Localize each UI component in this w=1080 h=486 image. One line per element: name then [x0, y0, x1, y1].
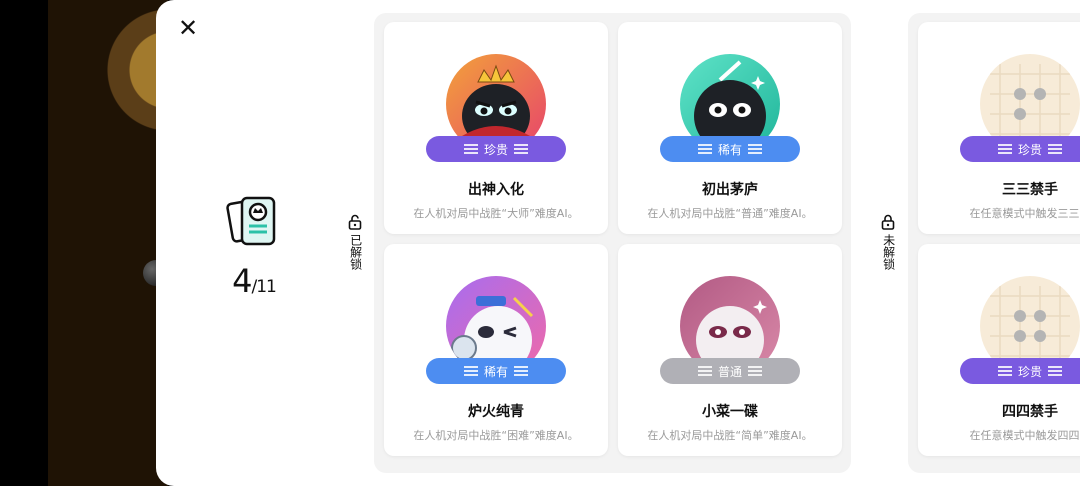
rarity-badge: 珍贵: [426, 136, 566, 162]
unlock-icon: [348, 214, 362, 230]
badge-bars-icon: [1048, 143, 1062, 155]
badge-bars-icon: [697, 143, 712, 155]
unlocked-count: 4: [232, 262, 252, 300]
rarity-badge: 珍贵: [960, 358, 1080, 384]
locked-group-label: 未解锁: [879, 214, 897, 270]
achievement-title: 小菜一碟: [702, 404, 758, 420]
achievement-card[interactable]: 珍贵 四四禁手 在任意模式中触发四四禁: [918, 244, 1080, 456]
badge-bars-icon: [514, 143, 528, 155]
badge-label: 珍贵: [1017, 142, 1042, 157]
badge-bars-icon: [997, 143, 1012, 155]
achievement-card[interactable]: 稀有 初出茅庐 在人机对局中战胜“普通”难度AI。: [618, 22, 842, 234]
achievement-title: 三三禁手: [1002, 182, 1058, 198]
unlocked-achievements-group: 珍贵 出神入化 在人机对局中战胜“大师”难度AI。 稀有 初出茅庐 在人机对局中…: [374, 13, 851, 473]
lock-icon: [881, 214, 895, 230]
achievement-description: 在人机对局中战胜“大师”难度AI。: [413, 207, 579, 220]
achievement-description: 在人机对局中战胜“困难”难度AI。: [413, 429, 579, 442]
achievement-description: 在任意模式中触发三三禁: [969, 207, 1080, 220]
achievement-title: 出神入化: [468, 182, 524, 198]
achievement-card[interactable]: 普通 小菜一碟 在人机对局中战胜“简单”难度AI。: [618, 244, 842, 456]
achievement-count: 4/11: [214, 262, 294, 300]
badge-bars-icon: [697, 365, 712, 377]
badge-label: 稀有: [483, 364, 508, 379]
achievement-description: 在人机对局中战胜“简单”难度AI。: [647, 429, 813, 442]
achievement-card[interactable]: 稀有 炉火纯青 在人机对局中战胜“困难”难度AI。: [384, 244, 608, 456]
badge-bars-icon: [463, 365, 478, 377]
unlocked-group-text: 已解锁: [348, 234, 363, 270]
badge-bars-icon: [463, 143, 478, 155]
badge-bars-icon: [514, 365, 528, 377]
rarity-badge: 稀有: [660, 136, 800, 162]
badge-bars-icon: [997, 365, 1012, 377]
close-button[interactable]: ✕: [174, 14, 202, 42]
badge-bars-icon: [748, 143, 762, 155]
achievement-card[interactable]: 珍贵 三三禁手 在任意模式中触发三三禁: [918, 22, 1080, 234]
total-count: /11: [251, 277, 277, 297]
achievement-description: 在任意模式中触发四四禁: [969, 429, 1080, 442]
locked-achievements-group: 珍贵 三三禁手 在任意模式中触发三三禁 珍贵 四四禁手 在任意模式中触发四四禁: [908, 13, 1080, 473]
rarity-badge: 稀有: [426, 358, 566, 384]
close-icon[interactable]: ✕: [178, 16, 198, 40]
achievement-description: 在人机对局中战胜“普通”难度AI。: [647, 207, 813, 220]
badge-label: 稀有: [717, 142, 742, 157]
achievements-panel: ✕ 4/11 已解锁 珍贵 出神入化 在人机对局中战胜“大师”难度AI。 稀有 …: [156, 0, 1080, 486]
achievement-summary: 4/11: [214, 192, 294, 300]
achievement-title: 初出茅庐: [702, 182, 758, 198]
locked-group-text: 未解锁: [881, 234, 896, 270]
badge-bars-icon: [1048, 365, 1062, 377]
rarity-badge: 普通: [660, 358, 800, 384]
badge-label: 珍贵: [483, 142, 508, 157]
achievement-card[interactable]: 珍贵 出神入化 在人机对局中战胜“大师”难度AI。: [384, 22, 608, 234]
achievement-title: 四四禁手: [1002, 404, 1058, 420]
achievement-cards-icon: [226, 196, 276, 246]
badge-label: 普通: [717, 364, 742, 379]
left-edge-background: [0, 0, 48, 486]
rarity-badge: 珍贵: [960, 136, 1080, 162]
badge-bars-icon: [748, 365, 762, 377]
badge-label: 珍贵: [1017, 364, 1042, 379]
unlocked-group-label: 已解锁: [346, 214, 364, 270]
game-background: [48, 0, 169, 486]
achievement-title: 炉火纯青: [468, 404, 524, 420]
